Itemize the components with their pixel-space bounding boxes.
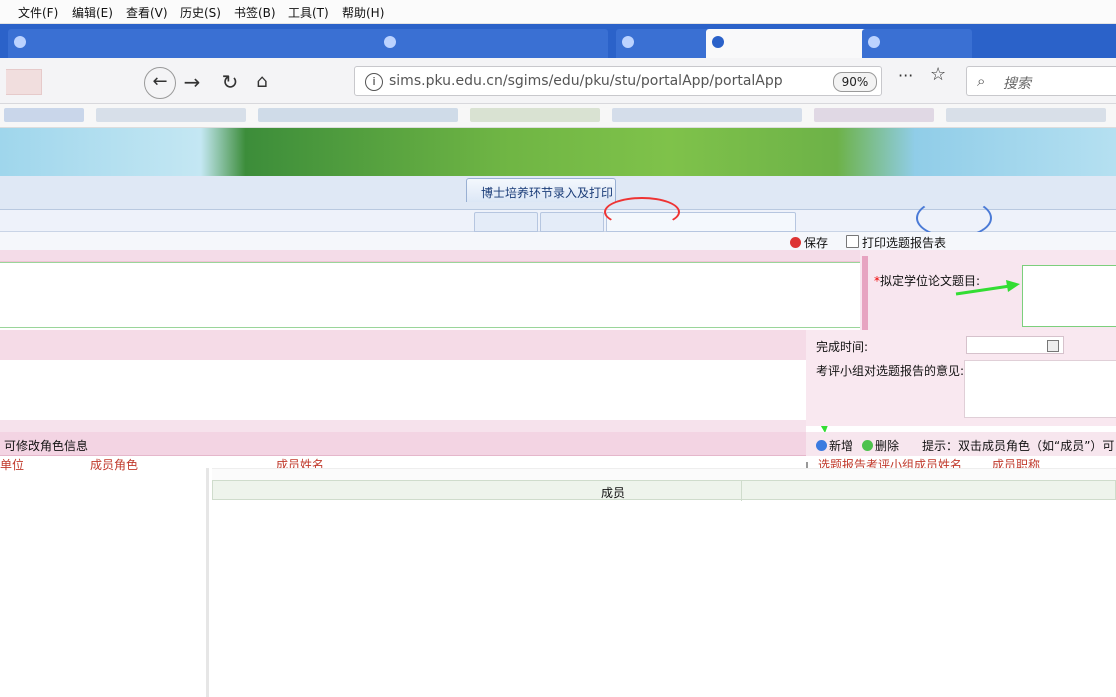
favicon-icon — [14, 36, 26, 48]
opinion-label: 考评小组对选题报告的意见: — [816, 364, 965, 378]
column-header-unit[interactable]: 单位 — [0, 456, 24, 473]
sub-tab[interactable] — [474, 212, 538, 232]
bookmark-item[interactable] — [814, 108, 934, 122]
bookmarks-bar — [0, 104, 1116, 128]
committee-grid-toolbar: 新增 删除 提示：双击成员角色（如“成员”）可 — [806, 432, 1116, 456]
back-arrow-icon[interactable]: ← — [144, 67, 176, 99]
favicon-icon — [712, 36, 724, 48]
bookmark-item[interactable] — [96, 108, 246, 122]
sub-tab[interactable] — [540, 212, 604, 232]
column-header-role[interactable]: 成员角色 — [90, 456, 138, 473]
menu-edit[interactable]: 编辑(E) — [72, 4, 113, 21]
add-member-button[interactable]: 新增 — [816, 437, 853, 454]
info-icon[interactable]: i — [365, 73, 383, 91]
section-strip — [0, 330, 806, 360]
home-icon[interactable]: ⌂ — [248, 68, 276, 96]
sidebar-toggle-area[interactable] — [6, 69, 42, 95]
favicon-icon — [868, 36, 880, 48]
opinion-textarea[interactable] — [964, 360, 1116, 418]
page-actions-icon[interactable]: ··· — [898, 66, 913, 85]
browser-tab-1[interactable] — [8, 29, 402, 61]
column-divider — [741, 481, 742, 501]
form-toolbar — [0, 232, 1116, 250]
favicon-icon — [622, 36, 634, 48]
bookmark-item[interactable] — [612, 108, 802, 122]
bookmark-item[interactable] — [258, 108, 458, 122]
zoom-level-badge[interactable]: 90% — [833, 72, 877, 92]
members-grid-header: 可修改角色信息 — [0, 432, 806, 456]
site-banner — [0, 128, 1116, 176]
completion-time-label: 完成时间: — [816, 340, 869, 354]
annotation-arrow-icon — [955, 280, 1020, 296]
menu-file[interactable]: 文件(F) — [18, 4, 58, 21]
bookmark-item[interactable] — [470, 108, 600, 122]
bookmark-star-icon[interactable]: ☆ — [930, 64, 946, 85]
save-icon — [790, 237, 801, 248]
menu-bookmarks[interactable]: 书签(B) — [234, 4, 276, 21]
browser-tab-2[interactable] — [378, 29, 608, 61]
search-placeholder: 搜索 — [1003, 76, 1031, 92]
calendar-icon[interactable] — [1047, 340, 1059, 352]
menu-help[interactable]: 帮助(H) — [342, 4, 384, 21]
print-icon — [846, 235, 859, 248]
menu-history[interactable]: 历史(S) — [180, 4, 221, 21]
browser-tab-strip — [0, 24, 1116, 61]
grid-hint-text: 提示：双击成员角色（如“成员”）可 — [922, 439, 1115, 453]
url-text: sims.pku.edu.cn/sgims/edu/pku/stu/portal… — [389, 73, 783, 89]
grid-caption: 可修改角色信息 — [4, 439, 89, 453]
thesis-title-input[interactable] — [1022, 265, 1116, 327]
menu-bar: 文件(F) 编辑(E) 查看(V) 历史(S) 书签(B) 工具(T) 帮助(H… — [0, 0, 1116, 24]
members-grid-columns: 单位 成员角色 成员姓名 — [0, 456, 806, 472]
content-area — [0, 262, 860, 328]
favicon-icon — [384, 36, 396, 48]
forward-arrow-icon[interactable]: → — [178, 68, 206, 96]
browser-tab-5[interactable] — [862, 29, 972, 61]
delete-member-button[interactable]: 删除 — [862, 437, 899, 454]
bookmark-item[interactable] — [4, 108, 84, 122]
section-body — [0, 360, 806, 420]
navigation-bar: ← → ↻ ⌂ i sims.pku.edu.cn/sgims/edu/pku/… — [0, 58, 1116, 104]
add-icon — [816, 440, 827, 451]
committee-grid-columns: 选题报告考评小组成员姓名 成员职称 — [806, 456, 1116, 472]
save-button[interactable]: 保存 — [790, 234, 828, 251]
popup-column-member[interactable]: 成员 — [601, 484, 625, 501]
bookmark-item[interactable] — [946, 108, 1106, 122]
menu-view[interactable]: 查看(V) — [126, 4, 168, 21]
tab-phd-training[interactable]: 博士培养环节录入及打印 — [466, 178, 616, 202]
role-dropdown-popup — [206, 468, 1116, 697]
completion-time-input[interactable] — [966, 336, 1064, 354]
search-box[interactable]: ⌕ 搜索 — [966, 66, 1116, 96]
popup-top-strip — [212, 468, 1116, 480]
print-report-button[interactable]: 打印选题报告表 — [846, 234, 946, 251]
annotation-red-circle — [604, 197, 680, 227]
address-bar[interactable]: i sims.pku.edu.cn/sgims/edu/pku/stu/port… — [354, 66, 882, 96]
popup-column-header: 成员 — [212, 480, 1116, 501]
panel-splitter[interactable] — [862, 256, 868, 340]
menu-tools[interactable]: 工具(T) — [288, 4, 329, 21]
search-icon: ⌕ — [977, 72, 986, 90]
browser-tab-active[interactable] — [706, 29, 886, 61]
delete-icon — [862, 440, 873, 451]
section-strip — [0, 420, 806, 432]
reload-icon[interactable]: ↻ — [216, 68, 244, 96]
